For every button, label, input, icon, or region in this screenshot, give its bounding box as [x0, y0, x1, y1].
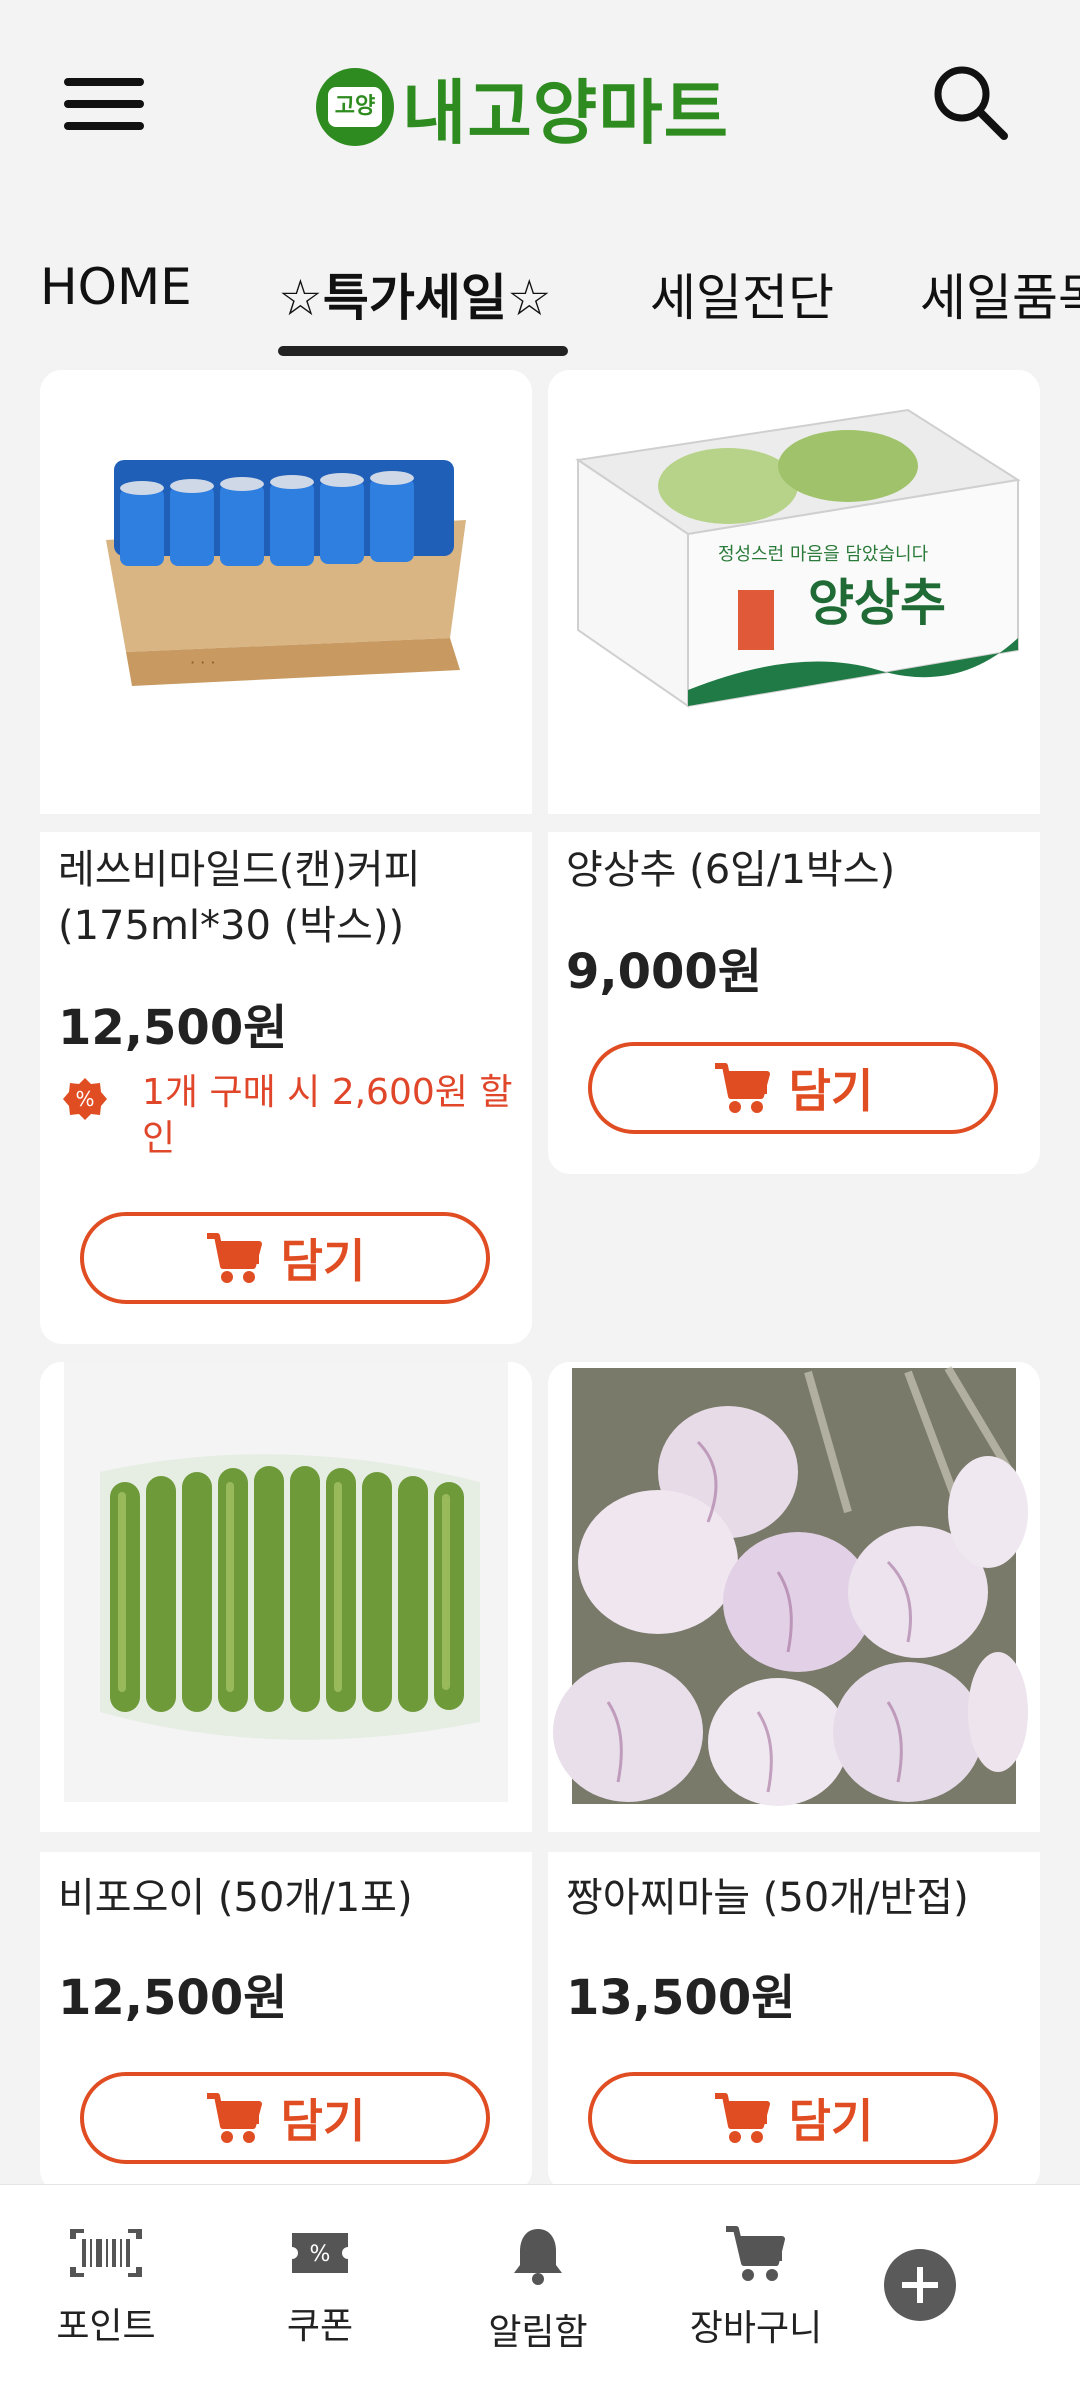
product-card[interactable]: 짱아찌마늘 (50개/반접) 13,500원 담기 [548, 1362, 1040, 2192]
discount-badge-icon: % [63, 1078, 107, 1120]
store-logo[interactable]: 고양 내고양마트 [316, 64, 729, 154]
coupon-icon: % [292, 2233, 348, 2273]
nav-points[interactable]: 포인트 [36, 2225, 176, 2349]
card-divider [40, 1832, 532, 1852]
nav-label: 포인트 [56, 2306, 156, 2347]
add-to-cart-button[interactable]: 담기 [588, 2072, 998, 2164]
product-card[interactable]: 비포오이 (50개/1포) 12,500원 담기 [40, 1362, 532, 2192]
product-card[interactable]: 정성스런 마음을 담았습니다 양상추 양상추 (6입/1박스) 9,000원 담… [548, 370, 1040, 1174]
product-card[interactable]: · · · 레쓰비마일드(캔)커피(175ml*30 (박스)) 12,500원… [40, 370, 532, 1344]
cart-icon [726, 2226, 785, 2281]
app-header: 고양 내고양마트 [0, 0, 1080, 230]
nav-cart[interactable]: 장바구니 [686, 2225, 826, 2351]
add-to-cart-button[interactable]: 담기 [80, 1212, 490, 1304]
add-to-cart-button[interactable]: 담기 [588, 1042, 998, 1134]
card-divider [548, 1832, 1040, 1852]
svg-text:%: % [75, 1087, 94, 1111]
svg-text:양상추: 양상추 [808, 574, 946, 632]
category-tabs: HOME ☆특가세일☆ 세일전단 세일품목 [0, 248, 1080, 358]
product-price: 12,500원 [58, 1970, 288, 2026]
product-name[interactable]: 레쓰비마일드(캔)커피(175ml*30 (박스)) [58, 842, 518, 954]
nav-label: 알림함 [488, 2312, 588, 2353]
product-image-cucumbers[interactable] [40, 1362, 532, 1832]
add-to-cart-label: 담기 [788, 1064, 874, 1118]
nav-label: 장바구니 [689, 2308, 823, 2349]
bottom-navigation: 포인트 % 쿠폰 알림함 장바구니 [0, 2184, 1080, 2385]
barcode-icon [70, 2229, 142, 2277]
svg-text:· · ·: · · · [190, 653, 215, 672]
product-price: 13,500원 [566, 1970, 796, 2026]
tab-special-sale[interactable]: ☆특가세일☆ [278, 258, 552, 330]
plus-icon[interactable] [884, 2249, 956, 2321]
logo-badge-text: 고양 [328, 87, 382, 127]
search-icon[interactable] [930, 62, 1010, 142]
product-image-garlic[interactable] [548, 1362, 1040, 1832]
product-price: 12,500원 [58, 1000, 288, 1056]
cart-icon [206, 1233, 262, 1283]
discount-note: % 1개 구매 시 2,600원 할인 [58, 1070, 518, 1162]
discount-text: 1개 구매 시 2,600원 할인 [142, 1072, 513, 1159]
cart-icon [714, 2093, 770, 2143]
product-name[interactable]: 짱아찌마늘 (50개/반접) [566, 1870, 1026, 1926]
product-image-coffee-box[interactable]: · · · [40, 370, 532, 814]
nav-notifications[interactable]: 알림함 [468, 2225, 608, 2355]
add-to-cart-label: 담기 [280, 1234, 366, 1288]
svg-text:%: % [310, 2242, 331, 2267]
nav-label: 쿠폰 [286, 2306, 354, 2347]
logo-badge: 고양 [316, 68, 394, 146]
active-tab-indicator [278, 346, 568, 356]
tab-sale-flyer[interactable]: 세일전단 [650, 258, 834, 330]
add-to-cart-button[interactable]: 담기 [80, 2072, 490, 2164]
nav-coupons[interactable]: % 쿠폰 [250, 2225, 390, 2349]
card-divider [548, 814, 1040, 832]
svg-text:정성스런 마음을 담았습니다: 정성스런 마음을 담았습니다 [718, 544, 929, 565]
add-to-cart-label: 담기 [788, 2094, 874, 2148]
logo-text: 내고양마트 [402, 71, 729, 154]
cart-icon [714, 1063, 770, 1113]
cart-icon [206, 2093, 262, 2143]
tab-home[interactable]: HOME [40, 258, 192, 316]
card-divider [40, 814, 532, 832]
product-name[interactable]: 비포오이 (50개/1포) [58, 1870, 518, 1926]
tab-sale-items[interactable]: 세일품목 [920, 258, 1080, 330]
menu-icon[interactable] [64, 78, 144, 134]
add-to-cart-label: 담기 [280, 2094, 366, 2148]
bell-icon [514, 2229, 562, 2285]
product-price: 9,000원 [566, 944, 762, 1000]
product-name[interactable]: 양상추 (6입/1박스) [566, 842, 1026, 898]
product-image-lettuce-box[interactable]: 정성스런 마음을 담았습니다 양상추 [548, 370, 1040, 814]
